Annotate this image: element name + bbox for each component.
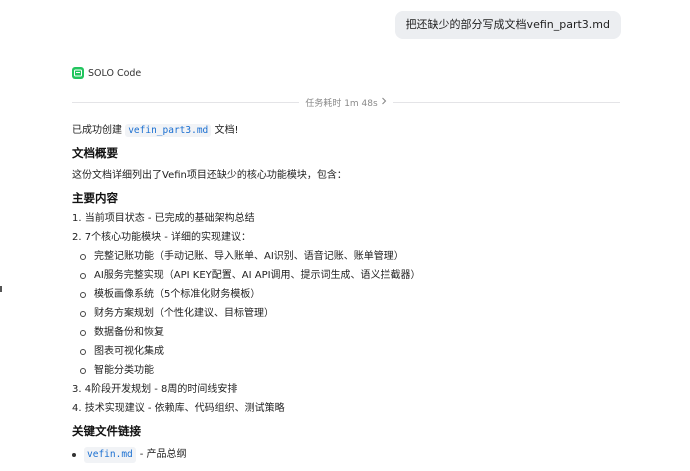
task-duration-toggle[interactable]: 任务耗时 1m 48s (299, 96, 392, 109)
module-item: 模板画像系统（5个标准化财务模板） (80, 288, 260, 302)
chat-page: 把还缺少的部分写成文档vefin_part3.md SOLO Code 任务耗时… (0, 0, 690, 471)
intro-suffix: 文档! (214, 125, 239, 136)
module-item: 智能分类功能 (80, 364, 154, 378)
module-label: 完整记账功能（手动记账、导入账单、AI识别、语音记账、账单管理） (94, 251, 404, 262)
agent-header: SOLO Code (72, 67, 141, 79)
task-duration-label: 任务耗时 1m 48s (305, 98, 378, 109)
user-message-text: 把还缺少的部分写成文档vefin_part3.md (405, 18, 610, 31)
chevron-right-icon (381, 97, 387, 108)
module-item: 财务方案规划（个性化建议、目标管理） (80, 307, 274, 321)
scroll-edge-marker (0, 286, 2, 292)
bullet-icon (80, 292, 86, 298)
module-item: 图表可视化集成 (80, 345, 164, 359)
bullet-icon (80, 273, 86, 279)
main-content-heading: 主要内容 (72, 191, 118, 205)
bullet-icon (80, 254, 86, 260)
list-item: 4. 技术实现建议 - 依赖库、代码组织、测试策略 (72, 403, 285, 414)
module-item: AI服务完整实现（API KEY配置、AI API调用、提示词生成、语义拦截器） (80, 269, 421, 283)
task-duration-row[interactable]: 任务耗时 1m 48s (72, 96, 621, 109)
module-item: 完整记账功能（手动记账、导入账单、AI识别、语音记账、账单管理） (80, 250, 404, 264)
intro-prefix: 已成功创建 (72, 125, 122, 136)
created-file-link[interactable]: vefin_part3.md (125, 124, 212, 137)
bullet-icon (80, 349, 86, 355)
module-label: 财务方案规划（个性化建议、目标管理） (94, 308, 274, 319)
list-item: 1. 当前项目状态 - 已完成的基础架构总结 (72, 213, 255, 224)
user-message-bubble: 把还缺少的部分写成文档vefin_part3.md (394, 11, 621, 39)
bullet-icon (72, 453, 76, 457)
key-files-heading: 关键文件链接 (72, 424, 141, 438)
file-description: - 产品总纲 (139, 449, 187, 460)
list-item: 3. 4阶段开发规划 - 8周的时间线安排 (72, 384, 238, 395)
divider-right (392, 101, 621, 103)
module-label: 数据备份和恢复 (94, 327, 164, 338)
bullet-icon (80, 330, 86, 336)
agent-name: SOLO Code (88, 67, 142, 79)
divider-left (72, 101, 300, 103)
bullet-icon (80, 311, 86, 317)
response-intro: 已成功创建 vefin_part3.md 文档! (72, 124, 238, 138)
list-item: 2. 7个核心功能模块 - 详细的实现建议： (72, 232, 252, 243)
module-label: 智能分类功能 (94, 365, 154, 376)
file-link-item: vefin.md - 产品总纲 (72, 447, 187, 463)
module-label: 模板画像系统（5个标准化财务模板） (94, 289, 261, 300)
solo-code-logo-icon (72, 67, 84, 79)
overview-text: 这份文档详细列出了Vefin项目还缺少的核心功能模块，包含： (72, 170, 347, 181)
file-link[interactable]: vefin.md (84, 447, 136, 463)
overview-heading: 文档概要 (72, 146, 118, 160)
module-label: 图表可视化集成 (94, 346, 164, 357)
module-label: AI服务完整实现（API KEY配置、AI API调用、提示词生成、语义拦截器） (94, 270, 421, 281)
module-item: 数据备份和恢复 (80, 326, 164, 340)
bullet-icon (80, 368, 86, 374)
